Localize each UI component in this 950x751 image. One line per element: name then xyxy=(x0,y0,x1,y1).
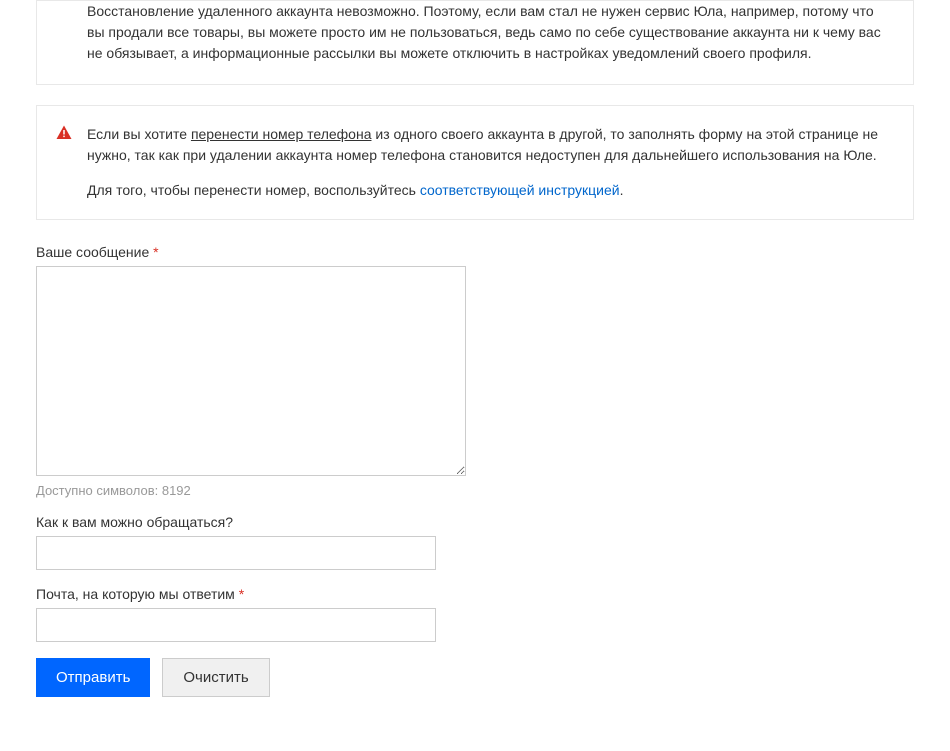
message-label: Ваше сообщение * xyxy=(36,244,914,260)
warning-box: Если вы хотите перенести номер телефона … xyxy=(36,105,914,220)
warning-paragraph-1: Если вы хотите перенести номер телефона … xyxy=(87,124,893,166)
email-input[interactable] xyxy=(36,608,436,642)
warning-p2-before: Для того, чтобы перенести номер, восполь… xyxy=(87,182,420,198)
char-counter: Доступно символов: 8192 xyxy=(36,483,914,498)
warning-icon xyxy=(55,124,73,142)
email-field-group: Почта, на которую мы ответим * xyxy=(36,586,914,642)
info-text: Восстановление удаленного аккаунта невоз… xyxy=(87,1,893,64)
char-counter-prefix: Доступно символов: xyxy=(36,483,162,498)
button-row: Отправить Очистить xyxy=(36,658,914,697)
message-label-text: Ваше сообщение xyxy=(36,244,149,260)
char-counter-value: 8192 xyxy=(162,483,191,498)
submit-button[interactable]: Отправить xyxy=(36,658,150,697)
message-field-group: Ваше сообщение * Доступно символов: 8192 xyxy=(36,244,914,498)
email-label: Почта, на которую мы ответим * xyxy=(36,586,914,602)
instruction-link[interactable]: соответствующей инструкцией xyxy=(420,182,620,198)
name-field-group: Как к вам можно обращаться? xyxy=(36,514,914,570)
warning-phone-transfer-text: перенести номер телефона xyxy=(191,126,372,142)
clear-button[interactable]: Очистить xyxy=(162,658,269,697)
message-textarea[interactable] xyxy=(36,266,466,476)
name-input[interactable] xyxy=(36,536,436,570)
warning-paragraph-2: Для того, чтобы перенести номер, восполь… xyxy=(87,180,893,201)
required-mark: * xyxy=(239,586,244,602)
warning-p2-after: . xyxy=(620,182,624,198)
name-label: Как к вам можно обращаться? xyxy=(36,514,914,530)
email-label-text: Почта, на которую мы ответим xyxy=(36,586,235,602)
warning-p1-before: Если вы хотите xyxy=(87,126,191,142)
info-box: Восстановление удаленного аккаунта невоз… xyxy=(36,0,914,85)
required-mark: * xyxy=(153,244,158,260)
